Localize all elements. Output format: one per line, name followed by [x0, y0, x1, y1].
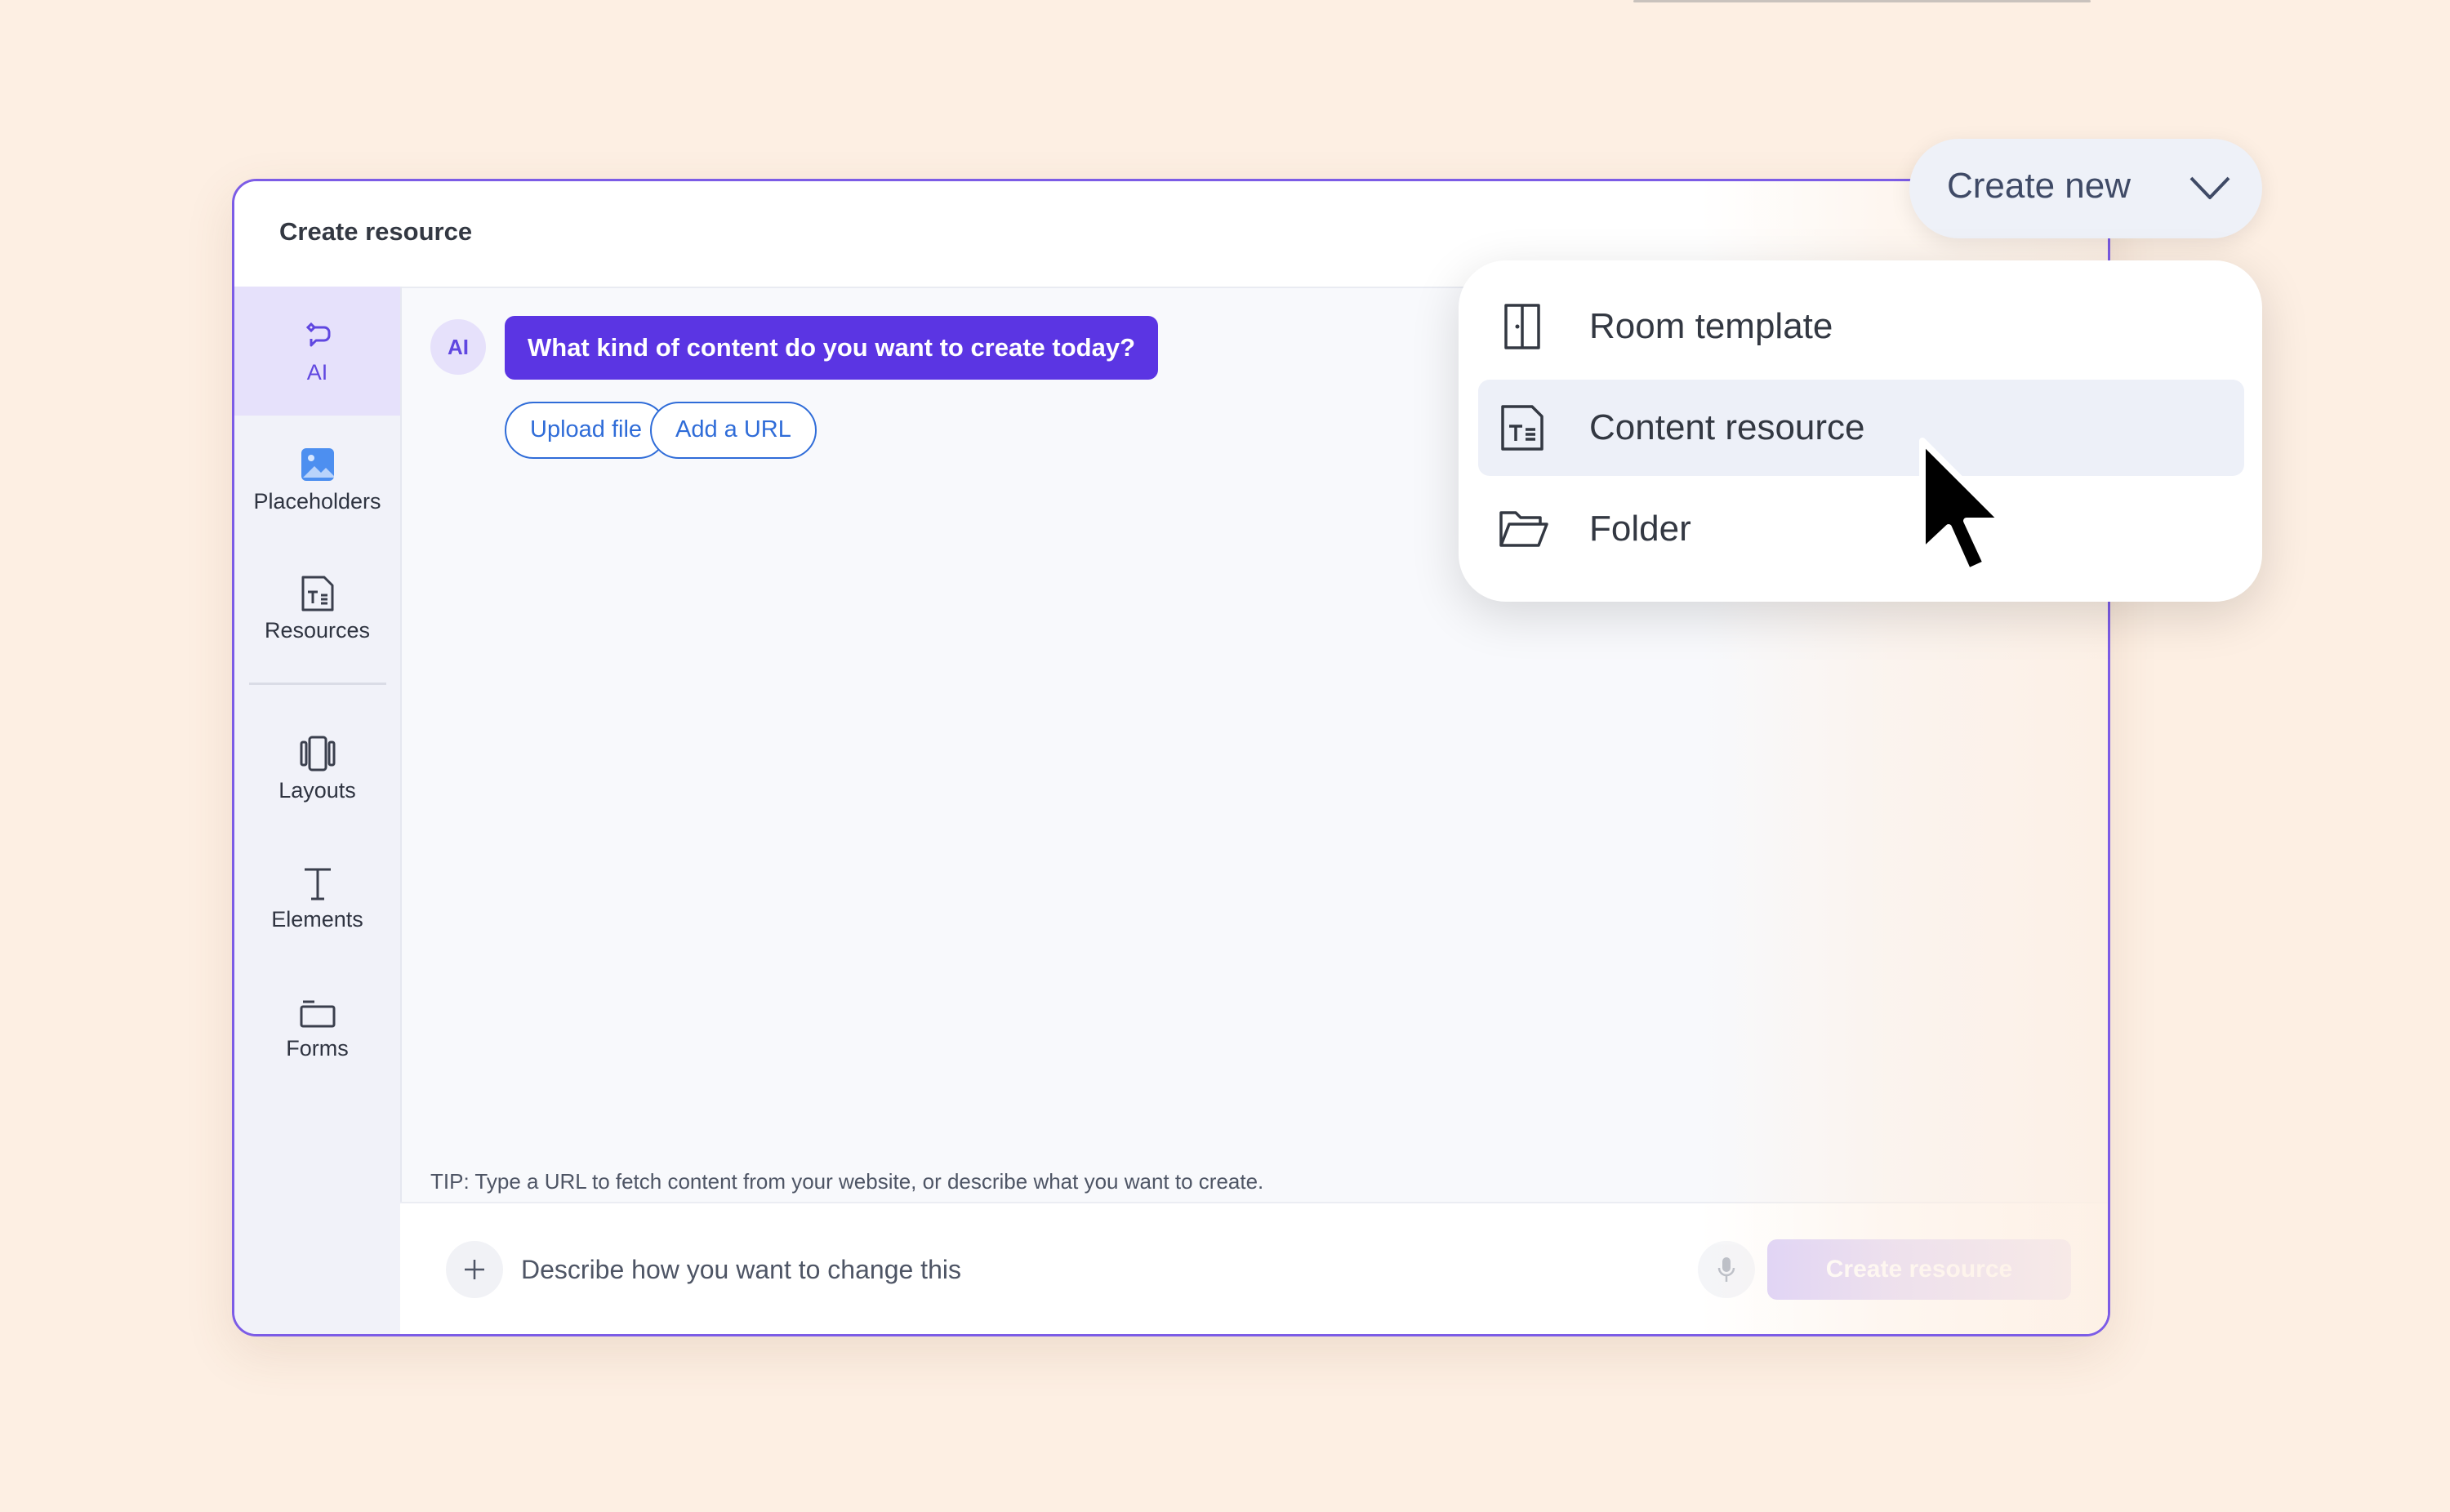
ai-sparkle-icon [305, 322, 331, 347]
sidebar-item-label: Resources [264, 618, 371, 643]
menu-item-content-resource[interactable]: Content resource [1478, 380, 2244, 476]
composer: Create resource [400, 1202, 2108, 1334]
create-new-menu: Room template Content resource Folder [1459, 260, 2262, 602]
sidebar-item-layouts[interactable]: Layouts [234, 705, 400, 834]
folder-open-icon [1499, 511, 1548, 547]
chevron-down-icon [2189, 176, 2230, 199]
sidebar-divider [249, 683, 386, 685]
sidebar-item-label: Elements [271, 907, 363, 932]
decorative-line [1633, 0, 2091, 2]
menu-item-label: Content resource [1589, 407, 1865, 447]
ai-prompt-bubble: What kind of content do you want to crea… [505, 316, 1159, 380]
create-resource-button[interactable]: Create resource [1767, 1239, 2071, 1300]
microphone-button[interactable] [1698, 1241, 1755, 1298]
document-text-icon [301, 576, 334, 611]
menu-item-label: Folder [1589, 509, 1691, 549]
menu-item-room-template[interactable]: Room template [1478, 278, 2244, 375]
sidebar-item-forms[interactable]: Forms [234, 963, 400, 1092]
create-new-dropdown-button[interactable]: Create new [1909, 139, 2262, 238]
sidebar-item-placeholders[interactable]: Placeholders [234, 416, 400, 545]
image-icon [301, 448, 334, 481]
plus-icon [465, 1260, 484, 1279]
window-title: Create resource [279, 217, 473, 246]
sidebar-item-elements[interactable]: Elements [234, 834, 400, 963]
sidebar-item-label: Forms [286, 1036, 349, 1061]
add-url-button[interactable]: Add a URL [650, 402, 817, 459]
ai-avatar: AI [430, 319, 486, 375]
sidebar-item-label: AI [306, 360, 328, 385]
mouse-pointer-icon [1919, 438, 2006, 575]
sidebar-item-label: Placeholders [253, 489, 381, 514]
describe-change-input[interactable] [519, 1244, 1503, 1295]
document-text-icon [1501, 405, 1544, 451]
sidebar: AI Placeholders Resources Layouts Elemen… [234, 287, 402, 1334]
sidebar-item-resources[interactable]: Resources [234, 545, 400, 674]
form-folder-icon [300, 1000, 336, 1028]
sidebar-item-ai[interactable]: AI [234, 287, 400, 416]
sidebar-item-label: Layouts [278, 778, 356, 803]
create-new-label: Create new [1947, 166, 2132, 206]
menu-item-folder[interactable]: Folder [1478, 481, 2244, 577]
microphone-icon [1717, 1257, 1735, 1282]
upload-file-button[interactable]: Upload file [505, 402, 668, 459]
columns-icon [300, 736, 336, 772]
tip-text: TIP: Type a URL to fetch content from yo… [430, 1169, 1264, 1194]
add-attachment-button[interactable] [446, 1241, 503, 1298]
text-t-icon [305, 868, 331, 901]
door-icon [1504, 304, 1540, 349]
menu-item-label: Room template [1589, 306, 1833, 346]
